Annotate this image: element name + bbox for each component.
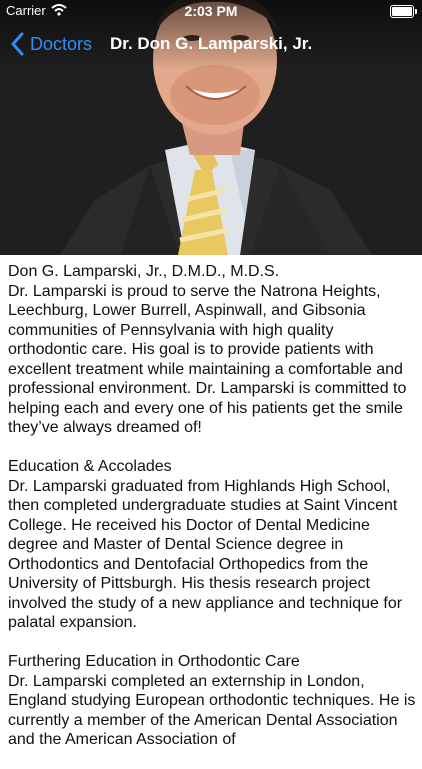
doctor-bio: Don G. Lamparski, Jr., D.M.D., M.D.S. Dr…: [8, 262, 416, 769]
furthering-section: Furthering Education in Orthodontic Care…: [8, 652, 416, 750]
back-button-label: Doctors: [30, 33, 93, 54]
intro-title: Don G. Lamparski, Jr., D.M.D., M.D.S.: [8, 263, 280, 280]
page-title: Dr. Don G. Lamparski, Jr.: [110, 34, 313, 53]
furthering-body: Dr. Lamparski completed an externship in…: [8, 672, 416, 749]
intro-body: Dr. Lamparski is proud to serve the Natr…: [8, 282, 407, 437]
battery-icon: [390, 5, 417, 18]
back-button[interactable]: Doctors: [10, 30, 92, 58]
education-section: Education & Accolades Dr. Lamparski grad…: [8, 457, 416, 633]
navigation-bar: Doctors Dr. Don G. Lamparski, Jr.: [0, 22, 422, 66]
intro-section: Don G. Lamparski, Jr., D.M.D., M.D.S. Dr…: [8, 262, 416, 438]
furthering-title: Furthering Education in Orthodontic Care: [8, 653, 300, 670]
education-title: Education & Accolades: [8, 458, 172, 475]
status-time: 2:03 PM: [184, 3, 238, 19]
chevron-left-icon: [11, 32, 24, 56]
education-body: Dr. Lamparski graduated from Highlands H…: [8, 477, 403, 632]
status-bar: Carrier 2:03 PM: [0, 0, 422, 22]
